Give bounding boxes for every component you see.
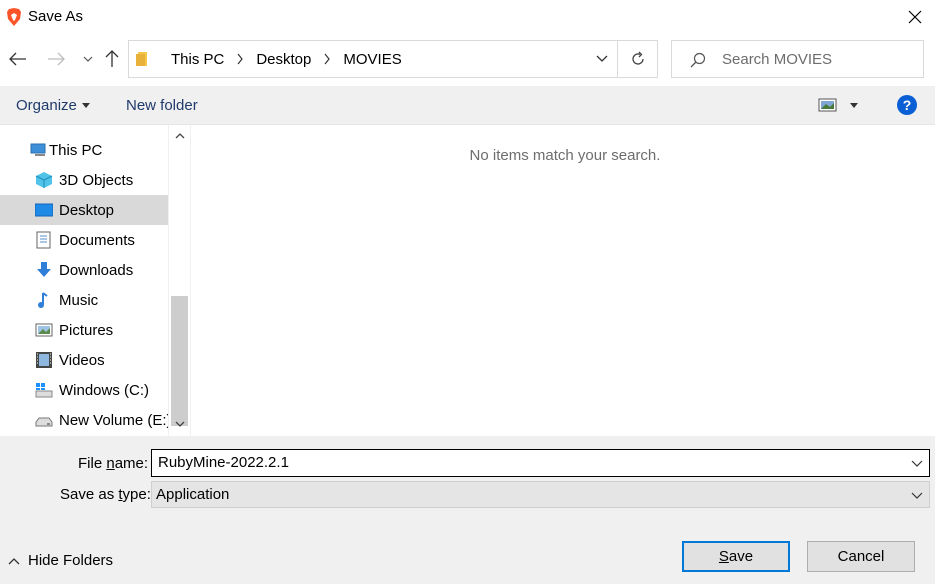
- windows-drive-icon: [35, 383, 53, 398]
- chevron-up-icon: [175, 133, 185, 139]
- sidebar-item-label: Music: [59, 291, 99, 309]
- help-button[interactable]: ?: [897, 95, 917, 115]
- up-button[interactable]: [101, 48, 123, 70]
- folder-icon: [136, 52, 147, 66]
- search-icon: [690, 52, 706, 68]
- sidebar-item-label: Documents: [59, 231, 135, 249]
- new-folder-button[interactable]: New folder: [126, 97, 198, 114]
- command-toolbar: Organize New folder ?: [0, 86, 935, 125]
- sidebar-item-this-pc[interactable]: This PC: [0, 135, 168, 165]
- computer-icon: [30, 143, 46, 156]
- sidebar-item-videos[interactable]: Videos: [0, 345, 168, 375]
- search-input[interactable]: Search MOVIES: [722, 51, 832, 68]
- breadcrumb-desktop[interactable]: Desktop: [256, 51, 311, 68]
- sidebar-item-documents[interactable]: Documents: [0, 225, 168, 255]
- arrow-up-icon: [105, 50, 119, 67]
- scroll-up-button[interactable]: [173, 129, 187, 143]
- music-icon: [38, 292, 48, 308]
- chevron-down-icon: [596, 55, 608, 62]
- chevron-right-icon[interactable]: [236, 53, 244, 65]
- forward-button[interactable]: [45, 48, 67, 70]
- chevron-up-icon: [8, 557, 20, 564]
- file-name-label: File name:: [78, 455, 149, 472]
- save-type-label: Save as type:: [60, 486, 151, 503]
- organize-label: Organize: [16, 97, 77, 114]
- refresh-icon: [632, 51, 644, 65]
- window-title: Save As: [28, 8, 84, 25]
- sidebar-item-label: Videos: [59, 351, 105, 369]
- caret-down-icon: [850, 102, 858, 108]
- cube-icon: [35, 172, 53, 188]
- address-bar[interactable]: This PC Desktop MOVIES: [128, 40, 658, 78]
- videos-icon: [36, 352, 52, 368]
- sidebar-item-pictures[interactable]: Pictures: [0, 315, 168, 345]
- pictures-icon: [35, 323, 53, 337]
- sidebar-item-label: This PC: [49, 141, 103, 159]
- sidebar-item-music[interactable]: Music: [0, 285, 168, 315]
- drive-icon: [35, 417, 53, 427]
- scroll-down-button[interactable]: [173, 417, 187, 431]
- hide-folders-label: Hide Folders: [28, 552, 114, 569]
- chevron-down-icon: [911, 492, 923, 499]
- empty-message: No items match your search.: [469, 147, 661, 164]
- sidebar-item-3d-objects[interactable]: 3D Objects: [0, 165, 168, 195]
- recent-locations-button[interactable]: [77, 48, 99, 70]
- chevron-down-icon: [175, 421, 185, 427]
- chevron-down-icon: [83, 56, 93, 62]
- sidebar-item-desktop[interactable]: Desktop: [0, 195, 168, 225]
- desktop-icon: [35, 203, 53, 217]
- sidebar-item-downloads[interactable]: Downloads: [0, 255, 168, 285]
- breadcrumb-this-pc[interactable]: This PC: [171, 51, 224, 68]
- arrow-left-icon: [9, 52, 26, 66]
- download-icon: [37, 262, 51, 277]
- back-button[interactable]: [7, 48, 29, 70]
- address-dropdown-button[interactable]: [587, 41, 617, 77]
- refresh-button[interactable]: [617, 41, 658, 77]
- search-box[interactable]: Search MOVIES: [671, 40, 924, 78]
- sidebar-item-new-volume-e[interactable]: New Volume (E:): [0, 405, 172, 435]
- breadcrumb-movies[interactable]: MOVIES: [343, 51, 401, 68]
- close-icon: [908, 10, 922, 24]
- sidebar-item-label: 3D Objects: [59, 171, 134, 189]
- title-bar: Save As: [0, 0, 935, 34]
- sidebar-item-label: Downloads: [59, 261, 134, 279]
- arrow-right-icon: [48, 52, 65, 66]
- close-button[interactable]: [895, 0, 935, 34]
- save-options-panel: File name: RubyMine-2022.2.1 Save as typ…: [0, 436, 935, 584]
- organize-button[interactable]: Organize: [16, 97, 90, 114]
- sidebar-item-label: Pictures: [59, 321, 114, 339]
- change-view-button[interactable]: [818, 95, 862, 115]
- file-name-field[interactable]: RubyMine-2022.2.1: [151, 449, 930, 477]
- save-type-value: Application: [156, 486, 230, 503]
- navigation-bar: This PC Desktop MOVIES Search MOVIES: [0, 34, 935, 86]
- save-type-select[interactable]: Application: [151, 481, 930, 508]
- chevron-right-icon[interactable]: [323, 53, 331, 65]
- sidebar-item-label: Windows (C:): [59, 381, 150, 399]
- view-icon: [818, 98, 837, 112]
- scroll-thumb[interactable]: [171, 296, 188, 426]
- file-list[interactable]: No items match your search.: [190, 125, 935, 436]
- caret-down-icon: [81, 103, 90, 108]
- hide-folders-button[interactable]: Hide Folders: [8, 552, 113, 569]
- chevron-down-icon[interactable]: [911, 457, 923, 469]
- save-button[interactable]: Save: [682, 541, 790, 572]
- breadcrumb: This PC Desktop MOVIES: [135, 41, 402, 77]
- brave-icon: [7, 8, 21, 26]
- navigation-pane: This PC 3D Objects Desktop Documents Dow…: [0, 125, 190, 436]
- cancel-button[interactable]: Cancel: [807, 541, 915, 572]
- sidebar-scrollbar[interactable]: [168, 125, 190, 436]
- sidebar-item-windows-c[interactable]: Windows (C:): [0, 375, 168, 405]
- document-icon: [36, 231, 51, 249]
- sidebar-item-label: New Volume (E:): [59, 411, 172, 429]
- sidebar-item-label: Desktop: [59, 201, 115, 219]
- file-name-value[interactable]: RubyMine-2022.2.1: [158, 454, 289, 471]
